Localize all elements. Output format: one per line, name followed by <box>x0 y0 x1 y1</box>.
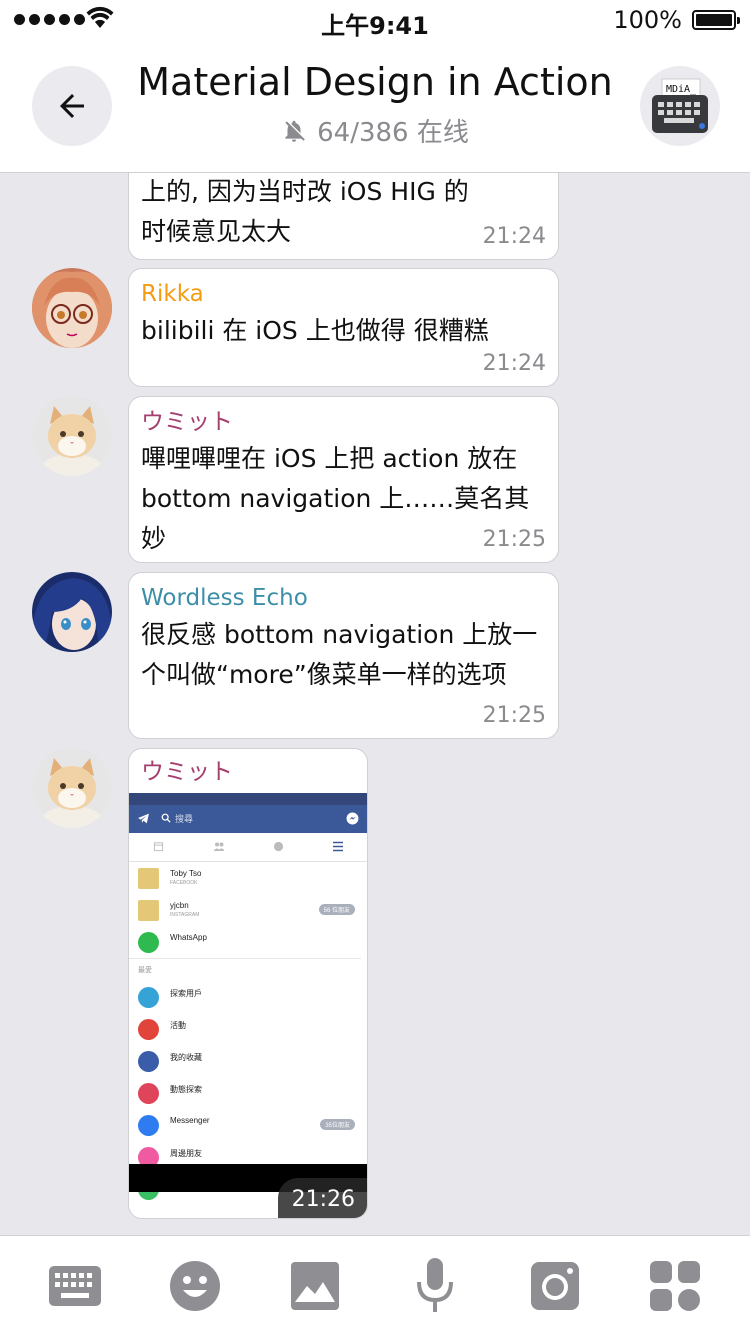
list-item: yjcbn INSTAGRAM 56 位朋友 <box>129 894 367 926</box>
message-time: 21:24 <box>482 351 546 376</box>
message-text: 很反感 bottom navigation 上放一个叫做“more”像菜单一样的… <box>141 620 538 689</box>
attached-screenshot[interactable]: 搜尋 Toby Tso FACEBOOK yjcbn INSTAGRAM 56 … <box>129 793 367 1200</box>
item-label: 活動 <box>170 1021 186 1030</box>
list-item: 活動 <box>129 1013 367 1045</box>
chat-title: Material Design in Action <box>137 60 613 104</box>
emoji-button[interactable] <box>167 1258 223 1314</box>
chat-title-area[interactable]: Material Design in Action 64/386 在线 <box>120 60 630 149</box>
group-avatar[interactable]: MDiA_ <box>640 66 720 146</box>
image-message-bubble[interactable]: ウミット 搜尋 Toby Tso FACEBOOK yjcbn INSTAGRA… <box>128 748 368 1219</box>
online-count: 64/386 在线 <box>317 118 469 148</box>
emoji-icon <box>170 1261 220 1311</box>
item-label: Messenger <box>170 1116 210 1125</box>
section-label: 最愛 <box>138 967 152 974</box>
sender-name[interactable]: Rikka <box>141 279 546 309</box>
message-bubble[interactable]: 上的, 因为当时改 iOS HIG 的时候意见太大 21:24 <box>128 173 559 260</box>
microphone-icon <box>417 1258 453 1312</box>
cat-avatar <box>32 748 112 828</box>
status-bar: 上午9:41 100% <box>0 0 750 40</box>
item-icon <box>138 1019 159 1040</box>
telegram-icon <box>138 813 149 824</box>
sender-name[interactable]: Wordless Echo <box>141 583 546 613</box>
anime-girl-glasses-avatar <box>32 268 112 348</box>
avatar-rikka[interactable] <box>32 268 112 348</box>
screenshot-tabs <box>129 833 367 862</box>
image-icon <box>291 1262 339 1310</box>
list-item: 動態探索 <box>129 1077 367 1109</box>
item-icon <box>138 1051 159 1072</box>
item-icon <box>138 987 159 1008</box>
keyboard-icon <box>49 1266 101 1306</box>
avatar-wordless-echo[interactable] <box>32 572 112 652</box>
camera-icon <box>531 1262 579 1310</box>
list-item: Messenger 35位朋友 <box>129 1109 367 1141</box>
search-placeholder: 搜尋 <box>175 814 194 824</box>
apps-icon <box>650 1261 700 1311</box>
cat-avatar <box>32 396 112 476</box>
list-item: 探索用戶 <box>129 981 367 1013</box>
messenger-icon <box>346 812 359 825</box>
message-bubble[interactable]: Wordless Echo 很反感 bottom navigation 上放一个… <box>128 572 559 739</box>
image-button[interactable] <box>287 1258 343 1314</box>
typewriter-icon: MDiA_ <box>652 78 708 133</box>
sender-name[interactable]: ウミット <box>141 757 233 787</box>
voice-button[interactable] <box>407 1258 463 1314</box>
calendar-tab-icon <box>153 842 164 852</box>
message-bubble[interactable]: Rikka bilibili 在 iOS 上也做得 很糟糕 21:24 <box>128 268 559 387</box>
keyboard-button[interactable] <box>47 1258 103 1314</box>
list-item: WhatsApp <box>129 926 361 959</box>
message-text: bilibili 在 iOS 上也做得 很糟糕 <box>141 316 489 345</box>
item-label: 周邊朋友 <box>170 1149 202 1158</box>
sender-name[interactable]: ウミット <box>141 407 546 437</box>
avatar-umit[interactable] <box>32 748 112 828</box>
chat-subtitle: 64/386 在线 <box>120 112 630 149</box>
muted-bell-icon <box>285 120 305 142</box>
friends-tab-icon <box>213 842 225 851</box>
anime-blue-hair-avatar <box>32 572 112 652</box>
input-toolbar <box>0 1235 750 1335</box>
item-label: 探索用戶 <box>170 989 202 998</box>
message-time: 21:25 <box>482 527 546 552</box>
item-badge: 35位朋友 <box>320 1119 355 1130</box>
battery-icon <box>692 10 740 30</box>
arrow-back-icon <box>60 94 84 118</box>
apps-button[interactable] <box>647 1258 703 1314</box>
avatar-umit[interactable] <box>32 396 112 476</box>
item-icon <box>138 1083 159 1104</box>
back-button[interactable] <box>32 66 112 146</box>
item-label: 動態探索 <box>170 1085 202 1094</box>
message-time: 21:26 <box>277 1178 367 1218</box>
message-time: 21:25 <box>482 703 546 728</box>
list-item: Toby Tso FACEBOOK <box>129 862 367 894</box>
item-icon <box>138 1115 159 1136</box>
battery-percent: 100% <box>613 6 682 34</box>
message-bubble[interactable]: ウミット 嗶哩嗶哩在 iOS 上把 action 放在 bottom navig… <box>128 396 559 563</box>
message-time: 21:24 <box>482 224 546 249</box>
list-item: 我的收藏 <box>129 1045 367 1077</box>
globe-tab-icon <box>273 841 284 852</box>
camera-button[interactable] <box>527 1258 583 1314</box>
menu-tab-icon <box>333 841 343 852</box>
search-icon <box>161 813 171 823</box>
chat-header: Material Design in Action 64/386 在线 MDiA… <box>0 40 750 173</box>
message-list[interactable]: 上的, 因为当时改 iOS HIG 的时候意见太大 21:24 Rikka bi… <box>0 173 750 1235</box>
item-label: 我的收藏 <box>170 1053 202 1062</box>
group-avatar-text: MDiA_ <box>666 84 697 95</box>
